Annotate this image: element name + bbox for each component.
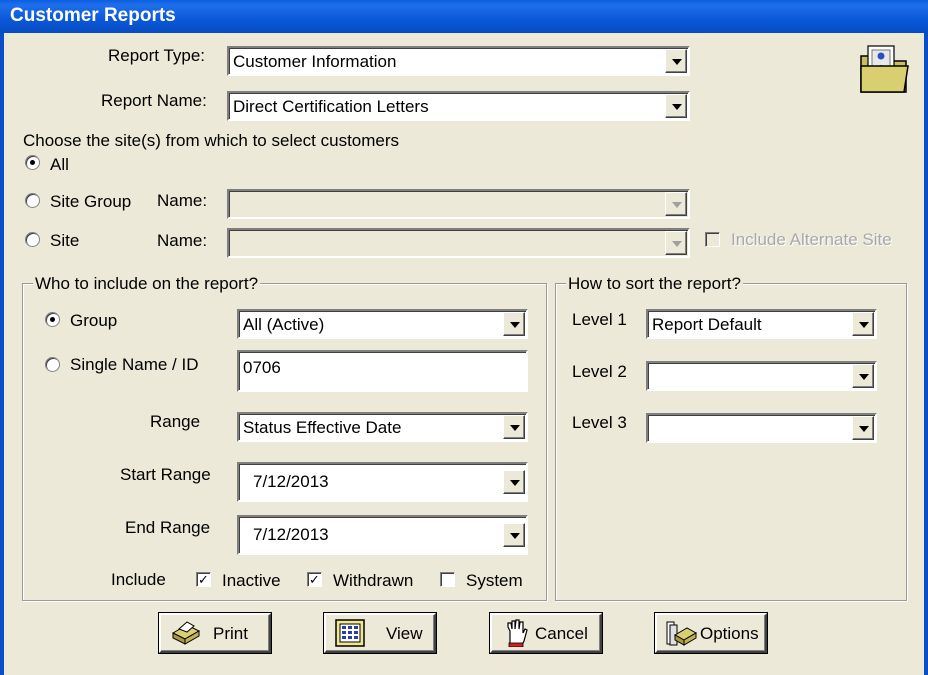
sites-all-label: All	[50, 155, 69, 174]
chevron-down-icon[interactable]	[503, 470, 525, 494]
single-name-radio[interactable]	[45, 357, 60, 372]
end-range-label: End Range	[125, 518, 211, 537]
options-button[interactable]: Options	[655, 613, 767, 653]
sort-level2-label: Level 2	[572, 362, 627, 381]
report-name-label: Report Name:	[101, 91, 207, 110]
chevron-down-icon[interactable]	[503, 523, 525, 547]
sites-heading: Choose the site(s) from which to select …	[23, 131, 400, 150]
inactive-label: Inactive	[222, 571, 281, 590]
chevron-down-icon[interactable]	[665, 94, 687, 118]
cancel-button[interactable]: Cancel	[490, 613, 602, 653]
withdrawn-label: Withdrawn	[333, 571, 414, 590]
chevron-down-icon[interactable]	[665, 49, 687, 73]
chevron-down-icon[interactable]	[852, 364, 874, 388]
end-range-date-picker[interactable]: 7/12/2013	[237, 515, 528, 555]
chevron-down-icon[interactable]	[503, 312, 525, 336]
calculator-screen-icon	[335, 619, 365, 647]
window-title-bar[interactable]: Customer Reports	[0, 0, 928, 33]
group-value: All (Active)	[243, 315, 325, 334]
chevron-down-icon[interactable]	[503, 415, 525, 439]
site-group-select[interactable]	[227, 189, 690, 219]
hand-stop-icon	[507, 619, 528, 647]
sort-level1-select[interactable]: Report Default	[646, 309, 877, 339]
report-type-value: Customer Information	[233, 52, 397, 71]
sort-level1-value: Report Default	[652, 315, 762, 334]
single-name-input[interactable]: 0706	[237, 350, 528, 392]
start-range-label: Start Range	[120, 465, 211, 484]
site-label: Site	[50, 231, 80, 250]
sort-level1-label: Level 1	[572, 310, 627, 329]
printer-icon	[171, 621, 201, 645]
end-range-value: 7/12/2013	[253, 525, 329, 544]
checkmark-icon: ✓	[198, 572, 209, 587]
system-checkbox[interactable]	[440, 572, 455, 587]
group-radio[interactable]	[45, 312, 60, 327]
options-label: Options	[700, 624, 759, 643]
print-label: Print	[213, 624, 248, 643]
group-label: Group	[70, 311, 118, 330]
site-group-label: Site Group	[50, 192, 132, 211]
range-value: Status Effective Date	[243, 418, 402, 437]
print-button[interactable]: Print	[159, 613, 271, 653]
view-label: View	[386, 624, 423, 643]
site-group-name-label: Name:	[157, 191, 208, 210]
report-name-select[interactable]: Direct Certification Letters	[227, 91, 690, 121]
sort-title: How to sort the report?	[566, 274, 743, 294]
include-label: Include	[111, 570, 166, 589]
single-name-label: Single Name / ID	[70, 355, 199, 374]
withdrawn-checkbox[interactable]: ✓	[307, 572, 322, 587]
view-button[interactable]: View	[324, 613, 436, 653]
chevron-down-icon[interactable]	[665, 192, 687, 216]
group-select[interactable]: All (Active)	[237, 309, 528, 339]
who-to-include-title: Who to include on the report?	[33, 274, 261, 294]
site-group-radio[interactable]	[25, 193, 40, 208]
chevron-down-icon[interactable]	[852, 416, 874, 440]
system-label: System	[466, 571, 523, 590]
cancel-label: Cancel	[535, 624, 588, 643]
start-range-date-picker[interactable]: 7/12/2013	[237, 462, 528, 502]
folder-people-icon	[860, 45, 909, 93]
window-title: Customer Reports	[10, 5, 176, 26]
chevron-down-icon[interactable]	[852, 312, 874, 336]
report-type-label: Report Type:	[108, 46, 206, 65]
include-alternate-site-label: Include Alternate Site	[731, 230, 892, 249]
single-name-value: 0706	[243, 358, 281, 377]
report-type-select[interactable]: Customer Information	[227, 46, 690, 76]
site-select[interactable]	[227, 228, 690, 258]
sort-level3-select[interactable]	[646, 413, 877, 443]
site-radio[interactable]	[25, 232, 40, 247]
options-book-icon	[666, 621, 697, 646]
start-range-value: 7/12/2013	[253, 472, 329, 491]
window-border-left	[0, 33, 4, 675]
sort-level2-select[interactable]	[646, 361, 877, 391]
sort-level3-label: Level 3	[572, 413, 627, 432]
inactive-checkbox[interactable]: ✓	[196, 572, 211, 587]
site-name-label: Name:	[157, 231, 208, 250]
report-name-value: Direct Certification Letters	[233, 97, 429, 116]
include-alternate-site-checkbox[interactable]	[705, 232, 720, 247]
range-label: Range	[150, 412, 201, 431]
checkmark-icon: ✓	[309, 572, 320, 587]
window-border-right	[924, 33, 928, 675]
range-select[interactable]: Status Effective Date	[237, 412, 528, 442]
sites-all-radio[interactable]	[25, 155, 40, 170]
chevron-down-icon[interactable]	[665, 231, 687, 255]
